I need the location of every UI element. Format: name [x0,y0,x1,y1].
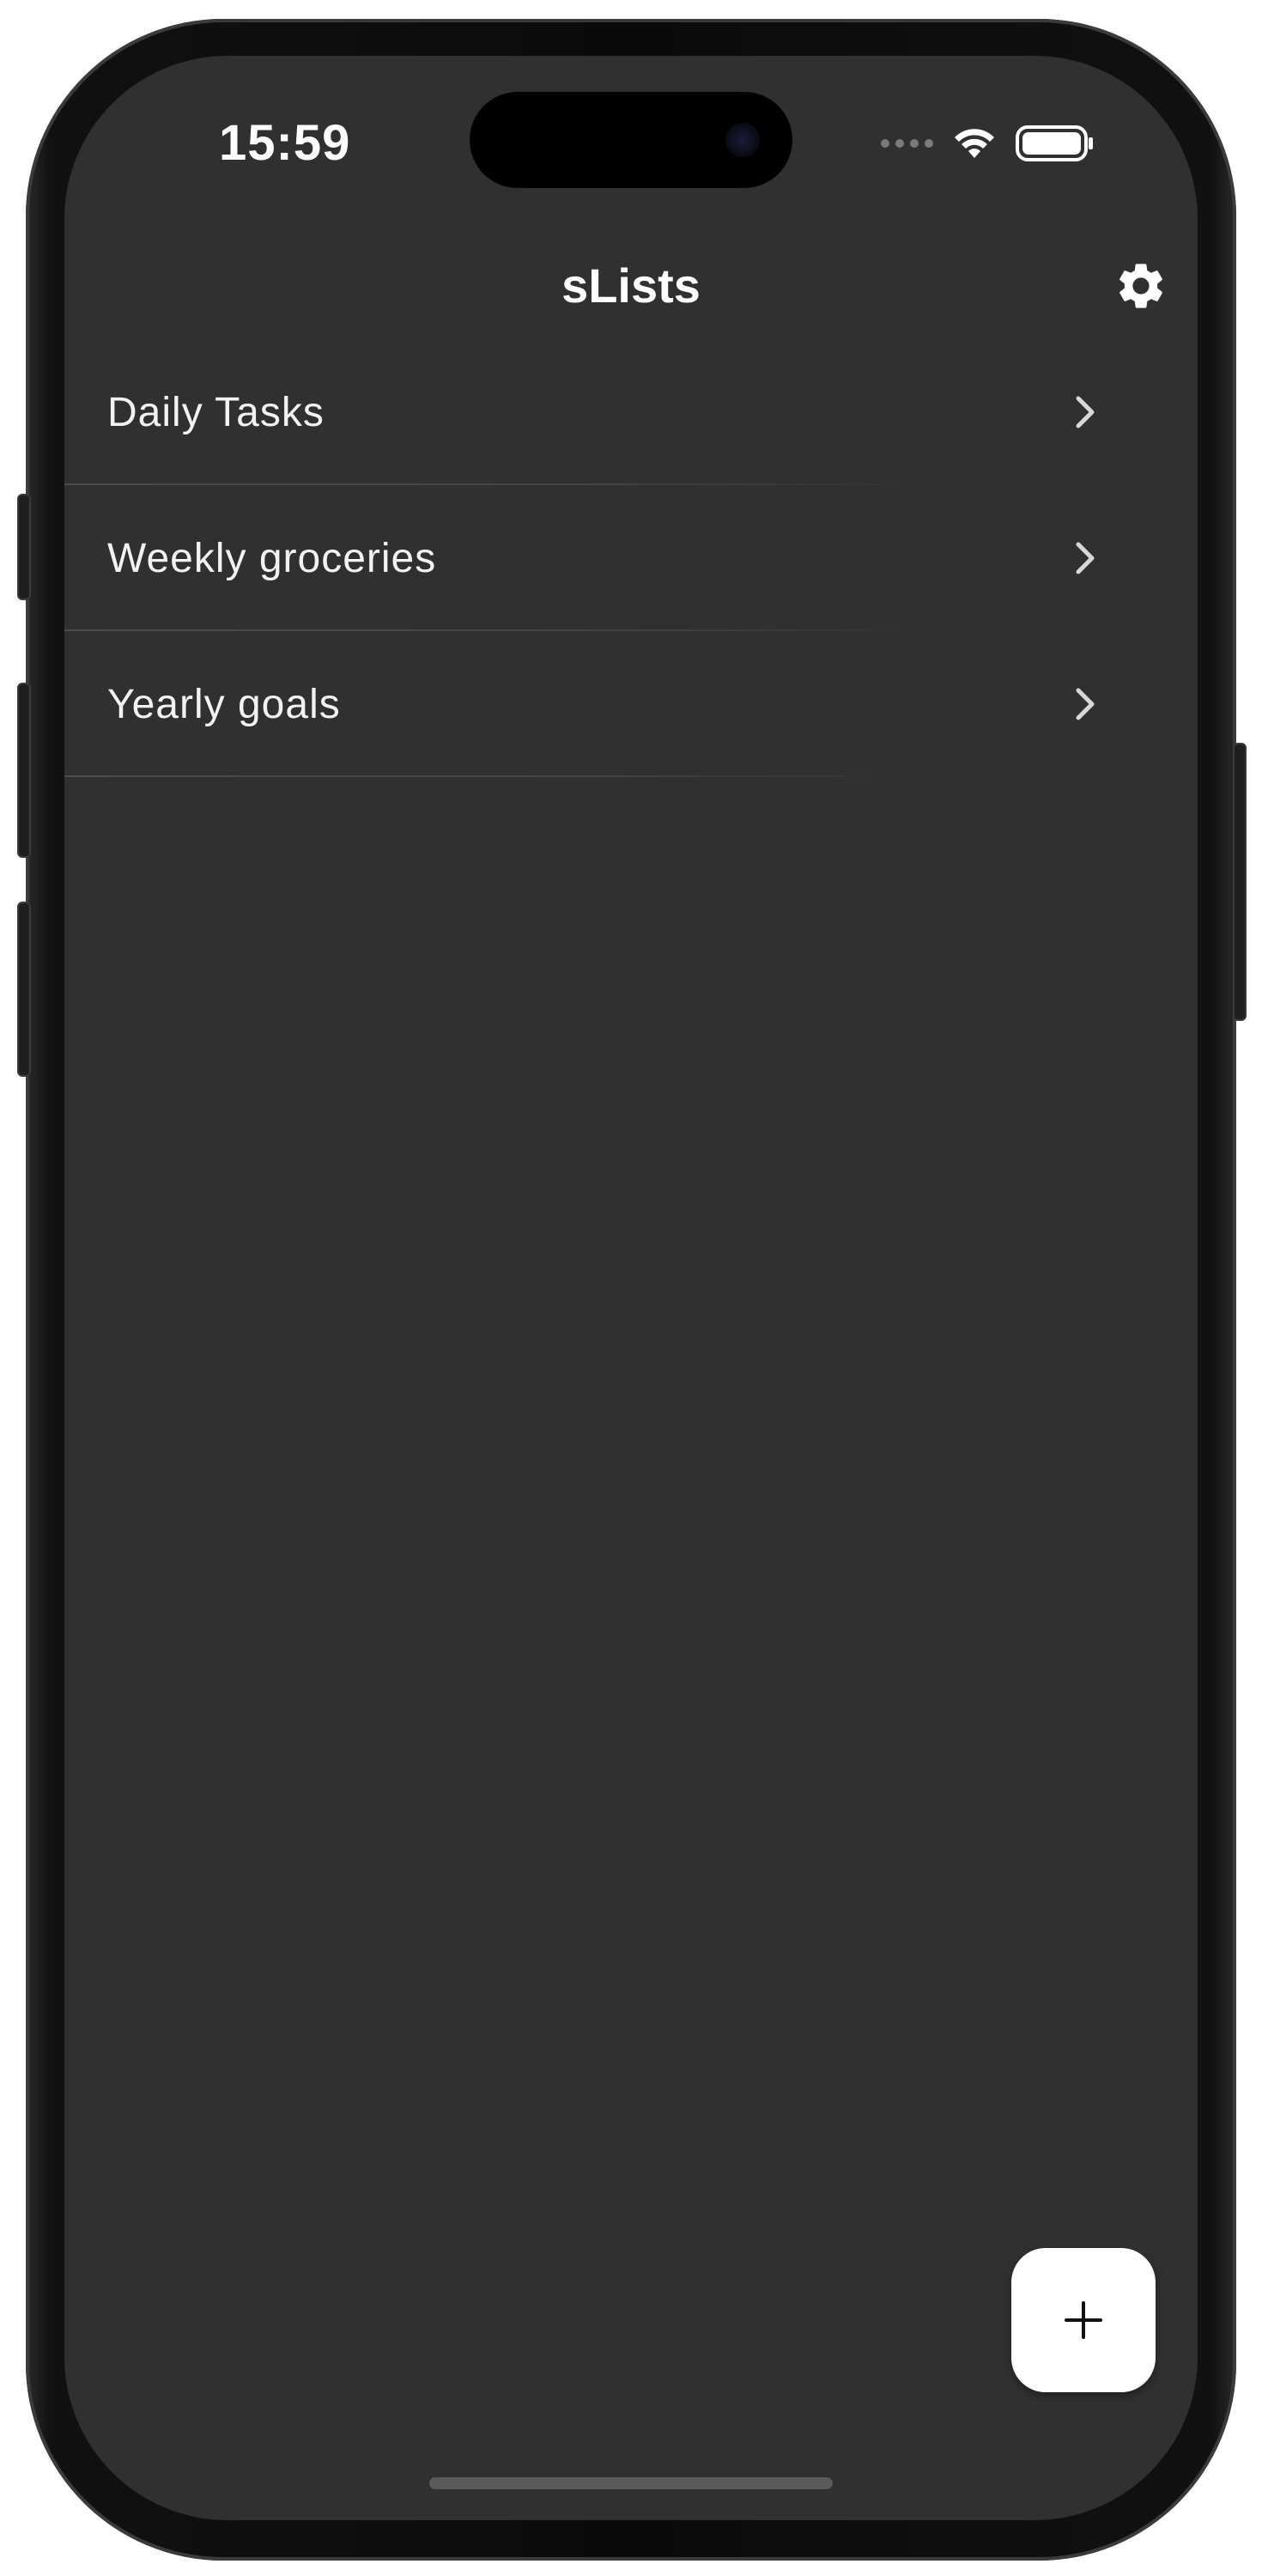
status-time: 15:59 [219,115,351,171]
list-item-label: Daily Tasks [107,390,325,435]
signal-icon [881,139,933,148]
chevron-right-icon [1076,396,1095,428]
list-item-yearly-goals[interactable]: Yearly goals [64,631,1198,777]
plus-icon [1065,2301,1102,2339]
action-button [17,494,31,600]
power-button [1233,743,1247,1021]
chevron-right-icon [1076,542,1095,574]
battery-icon [1016,125,1093,161]
lists-list: Daily Tasks Weekly groceries Yearly goal… [64,339,1198,777]
camera-icon [725,123,760,157]
volume-down-button [17,902,31,1077]
dynamic-island [470,92,792,188]
add-list-button[interactable] [1011,2248,1156,2392]
home-indicator [429,2477,833,2489]
status-icons [881,118,1095,169]
gear-icon [1119,264,1162,308]
list-item-label: Weekly groceries [107,536,437,581]
list-item-weekly-groceries[interactable]: Weekly groceries [64,485,1198,631]
page-title: sLists [561,258,701,313]
chevron-right-icon [1076,688,1095,720]
list-item-daily-tasks[interactable]: Daily Tasks [64,339,1198,485]
volume-up-button [17,683,31,858]
list-item-label: Yearly goals [107,682,341,727]
wifi-icon [955,129,994,158]
settings-button[interactable] [1110,255,1172,317]
app-screen: 15:59 sLists Daily Tasks Weekly grocerie… [64,56,1198,2520]
